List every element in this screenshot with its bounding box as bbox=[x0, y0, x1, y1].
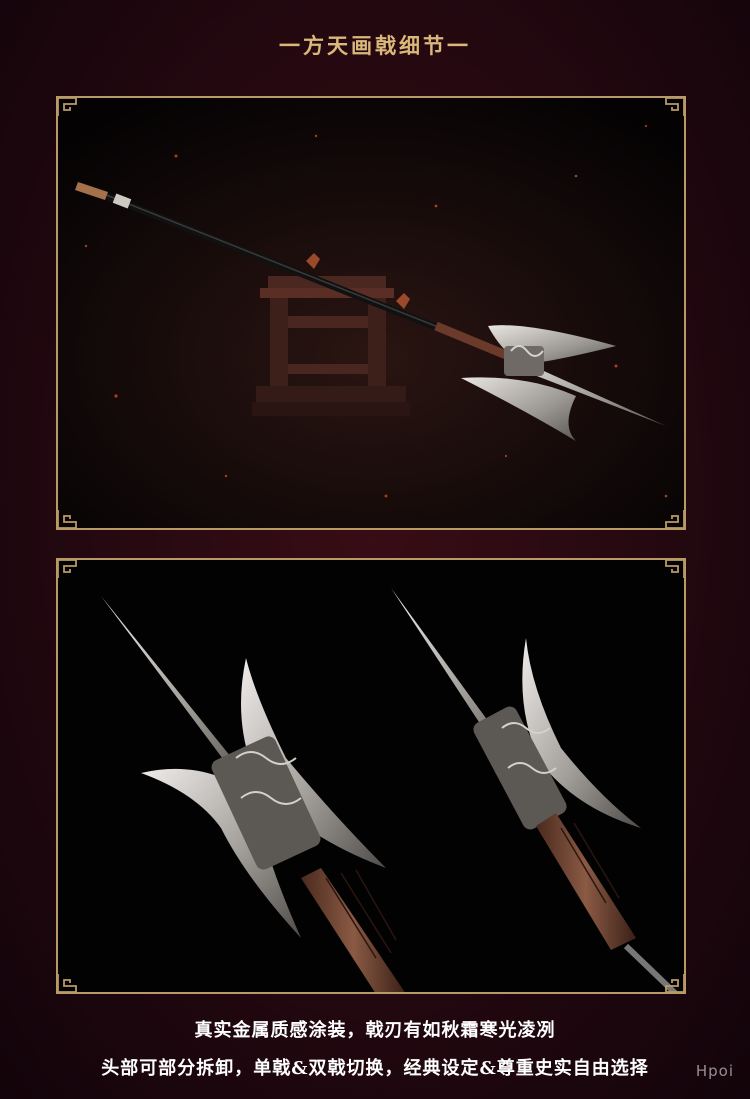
caption-line-1: 真实金属质感涂装，戟刃有如秋霜寒光凌冽 bbox=[194, 1020, 556, 1041]
halberd-stand-scene bbox=[56, 96, 686, 530]
halberd-head-closeup-photo bbox=[56, 558, 686, 994]
halberd-on-stand-photo bbox=[56, 96, 686, 530]
page-title: 一方天画戟细节一 bbox=[279, 33, 471, 58]
halberd-closeup-scene bbox=[56, 558, 686, 994]
watermark-text: Hpoi bbox=[695, 1062, 734, 1080]
caption-line-2: 头部可部分拆卸，单戟&双戟切换，经典设定&尊重史实自由选择 bbox=[101, 1058, 649, 1079]
